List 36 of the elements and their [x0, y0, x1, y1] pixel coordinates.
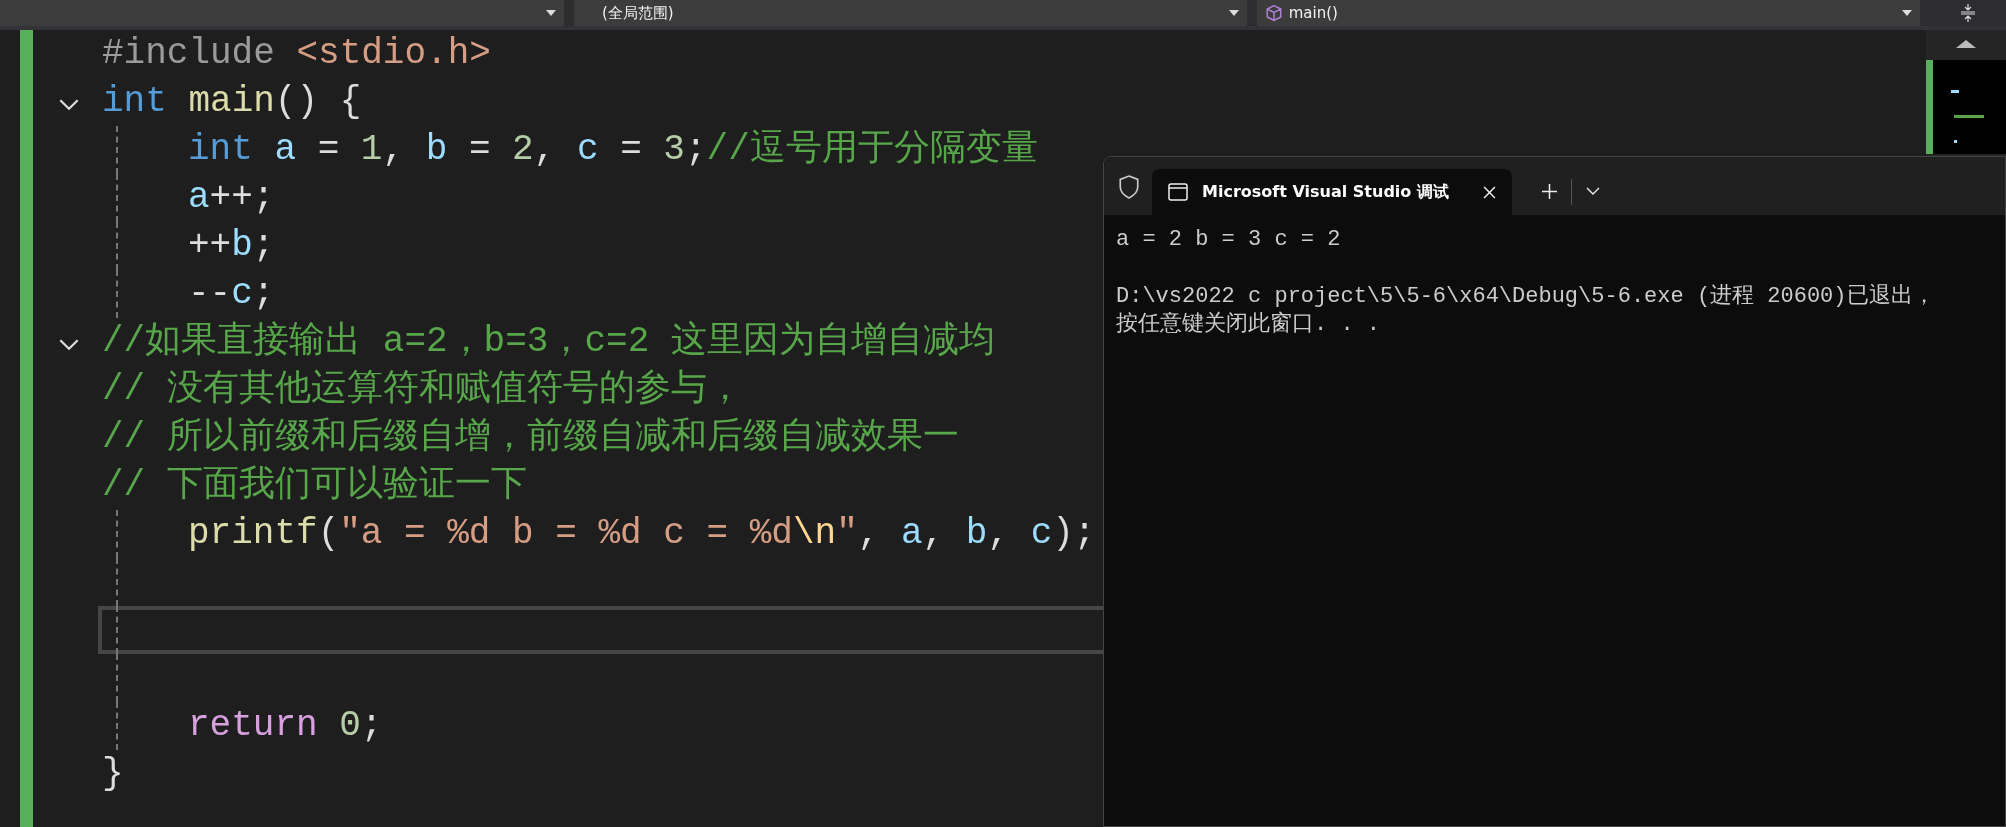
cube-icon [1264, 4, 1283, 22]
collapse-icon[interactable] [58, 98, 80, 111]
code-line: int a = 1, b = 2, c = 3;//逗号用于分隔变量 [187, 128, 1038, 172]
scroll-up-icon[interactable] [1956, 40, 1976, 48]
code-line: // 下面我们可以验证一下 [102, 464, 527, 508]
dropdown-label: (全局范围) [602, 3, 675, 23]
code-line: } [102, 752, 124, 796]
collapse-icon[interactable] [58, 338, 80, 351]
code-line: // 没有其他运算符和赋值符号的参与， [102, 368, 743, 412]
minimap[interactable] [1926, 60, 2006, 154]
code-line: #include <stdio.h> [102, 32, 491, 76]
terminal-icon [1168, 182, 1188, 202]
new-tab-icon[interactable] [1542, 184, 1557, 199]
code-line: //如果直接输出 a=2，b=3，c=2 这里因为自增自减均 [102, 320, 995, 364]
tab-title: Microsoft Visual Studio 调试 [1202, 181, 1450, 203]
code-line: --c; [187, 272, 275, 316]
code-line: printf("a = %d b = %d c = %d\n", a, b, c); [187, 512, 1096, 556]
close-icon[interactable] [1483, 185, 1496, 199]
terminal-tab[interactable]: Microsoft Visual Studio 调试 [1152, 169, 1512, 215]
caret-icon [1902, 10, 1913, 16]
code-line: a++; [187, 176, 275, 220]
shield-icon [1118, 175, 1140, 199]
code-line: // 所以前缀和后缀自增，前缀自减和后缀自减效果一 [102, 416, 959, 460]
code-line: return 0; [187, 704, 383, 748]
caret-icon [1228, 10, 1239, 16]
caret-icon [546, 10, 556, 16]
console-output: a = 2 b = 3 c = 2 [1116, 226, 1341, 252]
split-icon [1960, 3, 1977, 23]
console-output: 按任意键关闭此窗口. . . [1116, 310, 1380, 338]
console-output: D:\vs2022 c project\5\5-6\x64\Debug\5-6.exe (进程 20600)已退出， [1116, 283, 1935, 310]
scope-dropdown[interactable]: main() [1256, 0, 1921, 26]
scope-dropdown[interactable]: (全局范围) [574, 0, 1247, 26]
dropdown-chevron-icon[interactable] [1586, 187, 1600, 195]
code-line: int main() { [102, 80, 362, 124]
dropdown-label: main() [1288, 4, 1339, 22]
code-line: ++b; [187, 224, 275, 268]
